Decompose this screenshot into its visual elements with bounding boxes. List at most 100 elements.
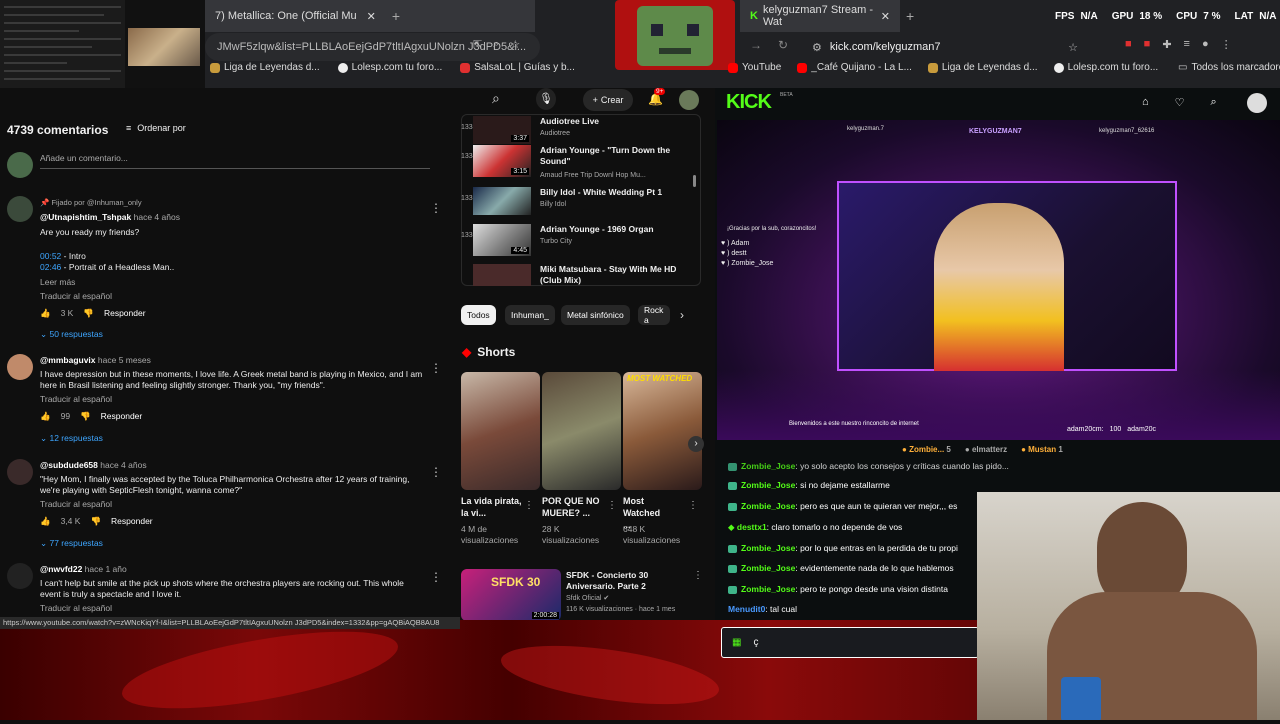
reload-icon[interactable]: ↻ [778,38,788,52]
comment-text: we're playing with SepticFlesh tonight, … [40,485,243,495]
video-thumbnail: 3:37 [473,116,531,144]
chip[interactable]: Rock a [638,305,670,325]
short-thumbnail[interactable] [461,372,540,490]
video-thumbnail[interactable]: SFDK 30 2:00:28 [461,569,561,621]
comment-user[interactable]: @nwvfd22 [40,564,82,574]
comment-user[interactable]: @subdude658 [40,460,98,470]
profile-icon[interactable]: ● [1202,38,1209,51]
extension-icon[interactable]: ■ [1125,38,1132,51]
stream-video[interactable]: kelyguzman.7 KELYGUZMAN7 kelyguzman7_626… [717,120,1280,440]
short-thumbnail[interactable] [542,372,621,490]
dislike-icon[interactable]: 👎 [83,308,94,319]
webcam-overlay [977,492,1280,720]
create-button[interactable]: + Crear [583,89,633,111]
video-title[interactable]: SFDK - Concierto 30 Aniversario. Parte 2 [566,570,691,592]
add-comment-input[interactable]: Añade un comentario... [40,153,430,169]
star-icon[interactable]: ☆ [1068,41,1078,54]
playlist-item[interactable]: 1333 3:37 Audiotree Live Audiotree [461,116,701,144]
close-icon[interactable]: ✕ [881,10,890,23]
playlist-item[interactable]: 1334 3:15 Adrian Younge - "Turn Down the… [461,145,701,179]
translate-link[interactable]: Traducir al español [40,291,420,302]
comment-text: I can't help but smile at the pick up sh… [40,578,404,588]
comment-menu-icon[interactable]: ⋮ [430,201,442,215]
translate-link[interactable]: Traducir al español [40,603,425,614]
bookmark-item[interactable]: Lolesp.com tu foro... [1053,62,1158,73]
short-menu-icon[interactable]: ⋮ [688,500,698,511]
menu-icon[interactable]: ⋮ [1221,38,1232,51]
chevron-right-icon[interactable]: › [688,436,704,452]
short-title[interactable]: POR QUE NO MUERE? ... [542,495,612,519]
reply-button[interactable]: Responder [104,308,146,319]
puzzle-icon[interactable]: ✚ [1162,38,1171,51]
tab-kick[interactable]: K kelyguzman7 Stream - Wat ✕ [740,0,900,32]
store-icon[interactable]: ⌂ [1142,96,1149,109]
chip[interactable]: Metal sinfónico [561,305,630,325]
bookmark-item[interactable]: Lolesp.com tu foro... [337,62,442,73]
dislike-icon[interactable]: 👎 [80,411,91,422]
playlist-item[interactable]: 1335 Billy Idol - White Wedding Pt 1 Bil… [461,187,701,215]
timestamp-link[interactable]: 02:46 [40,262,61,272]
bookmark-item[interactable]: Liga de Leyendas d... [927,62,1038,73]
playlist-scrollbar[interactable] [693,175,696,187]
comment-user[interactable]: @Utnapishtim_Tshpak [40,212,131,222]
like-icon[interactable]: 👍 [40,516,51,527]
chat-input[interactable]: ▦ ç [721,627,979,658]
short-menu-icon[interactable]: ⋮ [524,500,534,511]
verified-icon: ✔ [603,595,610,602]
tab-youtube[interactable]: 7) Metallica: One (Official Mu ✕ + [205,0,535,32]
forward-icon[interactable]: → [750,38,762,52]
mic-icon[interactable]: 🎙 [536,88,556,110]
extension-icon[interactable]: ■ [1144,38,1151,51]
share-icon[interactable]: ⇱ [473,38,482,51]
playlist-item[interactable]: Miki Matsubara - Stay With Me HD (Club M… [461,264,701,286]
replies-toggle[interactable]: ⌄ 77 respuestas [40,538,103,549]
reply-button[interactable]: Responder [101,411,143,422]
youtube-icon [797,62,808,73]
avatar[interactable] [1247,93,1267,113]
replies-toggle[interactable]: ⌄ 50 respuestas [40,329,103,340]
new-tab-icon[interactable]: + [906,8,914,24]
dislike-icon[interactable]: 👎 [90,516,101,527]
video-thumbnail: 4:45 [473,224,531,256]
short-menu-icon[interactable]: ⋮ [607,500,617,511]
bookmark-item[interactable]: SalsaLoL | Guías y b... [460,62,575,73]
zoom-icon[interactable]: ⌕ [493,38,499,51]
all-bookmarks[interactable]: ▭ Todos los marcadores [1178,62,1280,73]
timestamp-link[interactable]: 00:52 [40,251,61,261]
heart-icon[interactable]: ♡ [1175,96,1185,109]
translate-link[interactable]: Traducir al español [40,499,425,510]
video-menu-icon[interactable]: ⋮ [693,570,703,581]
comment-menu-icon[interactable]: ⋮ [430,570,442,584]
bookmark-item[interactable]: Liga de Leyendas d... [210,62,320,73]
comment-user[interactable]: @mmbaguvix [40,355,96,365]
short-thumbnail[interactable]: MOST WATCHED [623,372,702,490]
video-thumbnail: 3:15 [473,145,531,177]
comment-menu-icon[interactable]: ⋮ [430,465,442,479]
translate-link[interactable]: Traducir al español [40,394,425,405]
read-more-link[interactable]: Leer más [40,277,420,288]
close-icon[interactable]: ✕ [367,10,376,23]
url-bar-right[interactable]: ⚙ kick.com/kelyguzman7 ☆ [800,33,1090,61]
star-icon[interactable]: ☆ [510,38,520,51]
chevron-right-icon[interactable]: › [680,308,684,322]
search-icon[interactable]: ⌕ [1211,96,1217,109]
search-icon[interactable]: ⌕ [492,90,516,110]
avatar[interactable] [679,90,699,110]
reply-button[interactable]: Responder [111,516,153,527]
kick-logo[interactable]: KICK [726,91,772,114]
sort-button[interactable]: ≡ Ordenar por [126,123,186,133]
like-icon[interactable]: 👍 [40,411,51,422]
new-tab-icon[interactable]: + [392,8,400,24]
bookmark-item[interactable]: _Café Quijano - La L... [797,62,912,73]
bookmark-icon [337,62,348,73]
playlist-item[interactable]: 1336 4:45 Adrian Younge - 1969 Organ Tur… [461,224,701,256]
emote-icon[interactable]: ▦ [732,637,741,648]
short-title[interactable]: La vida pirata, la vi... [461,495,531,519]
chip[interactable]: Inhuman_ [505,305,555,325]
replies-toggle[interactable]: ⌄ 12 respuestas [40,433,103,444]
media-icon[interactable]: ≡ [1184,38,1190,51]
comment-menu-icon[interactable]: ⋮ [430,361,442,375]
bookmark-item[interactable]: YouTube [728,62,781,73]
like-icon[interactable]: 👍 [40,308,51,319]
chip-all[interactable]: Todos [461,305,496,325]
